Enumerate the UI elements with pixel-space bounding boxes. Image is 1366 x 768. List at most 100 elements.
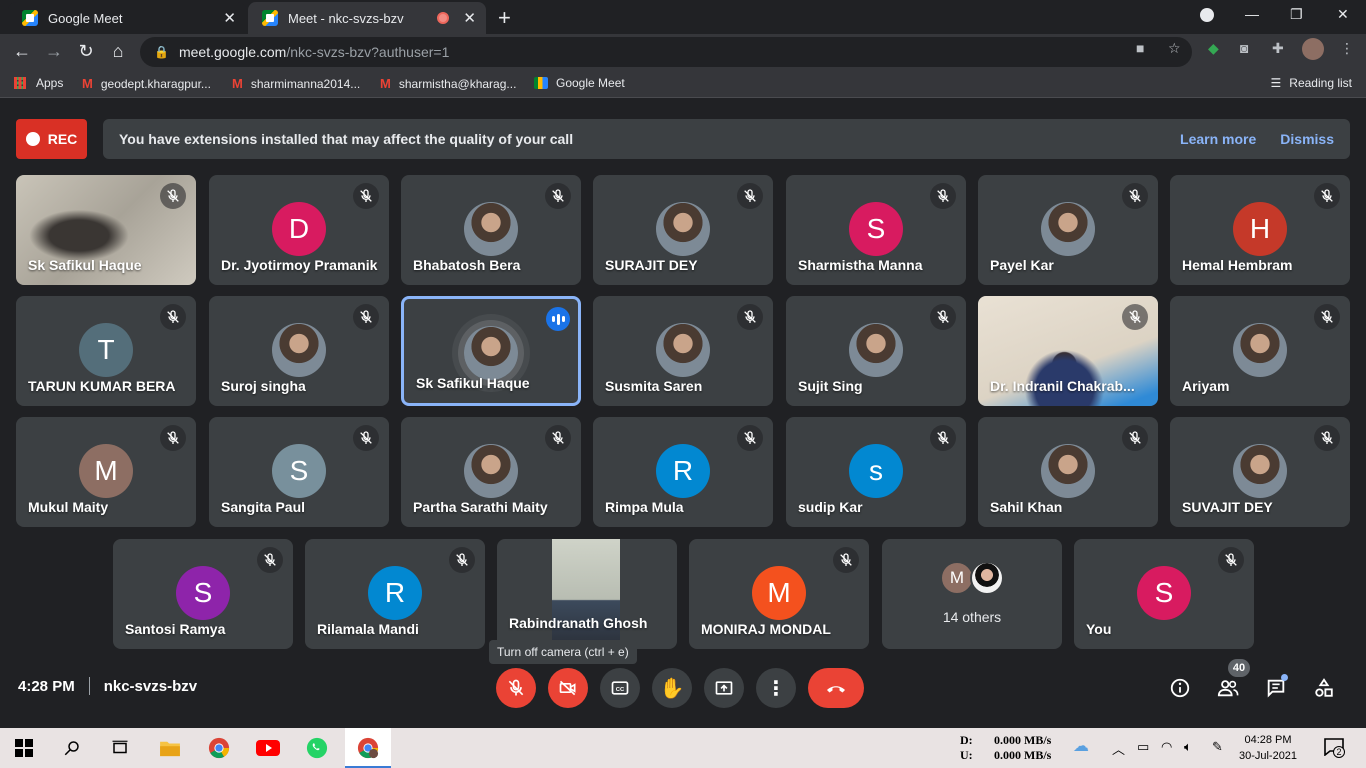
windows-start-icon[interactable] <box>12 736 36 760</box>
participant-name: Suroj singha <box>221 378 306 394</box>
task-view-icon[interactable] <box>108 736 132 760</box>
participant-avatar <box>1041 444 1095 498</box>
participant-tile[interactable]: Dr. Indranil Chakrab... <box>978 296 1158 406</box>
volume-icon[interactable]: 🔈︎ <box>1184 739 1192 755</box>
participant-tile[interactable]: Susmita Saren <box>593 296 773 406</box>
forward-icon[interactable]: → <box>43 41 65 62</box>
participant-tile[interactable]: S Sharmistha Manna <box>786 175 966 285</box>
participant-tile[interactable]: Sk Safikul Haque <box>401 296 581 406</box>
reading-list-button[interactable]: ☰ Reading list <box>1271 76 1352 90</box>
participant-tile[interactable]: Sahil Khan <box>978 417 1158 527</box>
meeting-details-button[interactable] <box>1167 675 1193 701</box>
mic-toggle-button[interactable] <box>496 668 536 708</box>
new-tab-button[interactable]: + <box>498 5 511 31</box>
mic-muted-icon <box>1122 304 1148 330</box>
bookmark-item[interactable]: M sharmimanna2014... <box>232 76 360 91</box>
bookmark-label: Apps <box>36 76 64 90</box>
tab-meet-call[interactable]: Meet - nkc-svzs-bzv ✕ <box>248 2 486 34</box>
wifi-icon[interactable]: ◠ <box>1161 739 1172 755</box>
tab-close-icon[interactable]: ✕ <box>463 9 476 27</box>
screenshot-extension-icon[interactable]: ◙ <box>1240 40 1248 56</box>
youtube-icon[interactable] <box>256 736 280 760</box>
bookmark-item[interactable]: Google Meet <box>534 76 625 90</box>
system-clock[interactable]: 04:28 PM 30-Jul-2021 <box>1238 732 1298 764</box>
back-icon[interactable]: ← <box>11 41 33 62</box>
meet-icon <box>534 77 548 89</box>
participant-tile[interactable]: H Hemal Hembram <box>1170 175 1350 285</box>
tab-close-icon[interactable]: ✕ <box>223 9 236 27</box>
home-icon[interactable]: ⌂ <box>107 41 129 62</box>
more-options-button[interactable]: ⋮ <box>756 668 796 708</box>
notifications-button[interactable]: 2 <box>1324 738 1345 758</box>
participant-tile[interactable]: Sujit Sing <box>786 296 966 406</box>
participant-tile[interactable]: T TARUN KUMAR BERA <box>16 296 196 406</box>
participant-tile[interactable]: Suroj singha <box>209 296 389 406</box>
tab-google-meet[interactable]: Google Meet ✕ <box>8 2 246 34</box>
restore-icon[interactable]: ❐ <box>1290 6 1303 23</box>
learn-more-link[interactable]: Learn more <box>1180 131 1256 147</box>
minimize-icon[interactable]: — <box>1245 6 1259 22</box>
leave-call-button[interactable] <box>808 668 864 708</box>
bookmark-star-icon[interactable]: ☆ <box>1168 40 1181 57</box>
file-explorer-icon[interactable] <box>158 736 182 760</box>
extension-icon[interactable]: ◆ <box>1208 40 1219 57</box>
browser-menu-icon[interactable]: ⋮ <box>1340 40 1354 57</box>
whatsapp-icon[interactable] <box>305 736 329 760</box>
participant-avatar: R <box>656 444 710 498</box>
participant-tile[interactable]: D Dr. Jyotirmoy Pramanik <box>209 175 389 285</box>
participant-tile[interactable]: Rabindranath Ghosh <box>497 539 677 649</box>
participant-tile[interactable]: Payel Kar <box>978 175 1158 285</box>
tab-search-icon[interactable] <box>1200 8 1214 22</box>
window-close-icon[interactable]: ✕ <box>1337 6 1349 23</box>
raise-hand-button[interactable]: ✋ <box>652 668 692 708</box>
captions-button[interactable]: CC <box>600 668 640 708</box>
chrome-icon[interactable] <box>207 736 231 760</box>
participant-tile[interactable]: M Mukul Maity <box>16 417 196 527</box>
activities-button[interactable] <box>1311 675 1337 701</box>
participant-tile[interactable]: Partha Sarathi Maity <box>401 417 581 527</box>
recording-badge[interactable]: REC <box>16 119 87 159</box>
participant-tile[interactable]: s sudip Kar <box>786 417 966 527</box>
participant-avatar: S <box>849 202 903 256</box>
gmail-icon: M <box>380 76 391 91</box>
battery-icon[interactable]: ▭ <box>1137 739 1149 755</box>
participant-tile[interactable]: S Santosi Ramya <box>113 539 293 649</box>
participant-tile[interactable]: Sk Safikul Haque <box>16 175 196 285</box>
profile-avatar[interactable] <box>1302 38 1324 60</box>
gmail-icon: M <box>82 76 93 91</box>
participant-tile[interactable]: SURAJIT DEY <box>593 175 773 285</box>
info-icon <box>1170 678 1190 698</box>
participant-tile[interactable]: S Sangita Paul <box>209 417 389 527</box>
people-button[interactable] <box>1215 675 1241 701</box>
pen-icon[interactable]: ✎ <box>1212 739 1223 755</box>
participant-tile[interactable]: R Rilamala Mandi <box>305 539 485 649</box>
mic-muted-icon <box>160 425 186 451</box>
participant-tile[interactable]: M MONIRAJ MONDAL <box>689 539 869 649</box>
camera-toggle-button[interactable] <box>548 668 588 708</box>
weather-icon[interactable]: ☁ <box>1073 736 1089 756</box>
address-bar[interactable]: 🔒 meet.google.com/nkc-svzs-bzv?authuser=… <box>140 37 1192 67</box>
dismiss-button[interactable]: Dismiss <box>1280 131 1334 147</box>
show-hidden-icons-icon[interactable]: ︿ <box>1112 739 1125 758</box>
search-icon[interactable] <box>60 736 84 760</box>
extensions-puzzle-icon[interactable]: ✚ <box>1272 40 1284 57</box>
camera-in-use-icon[interactable]: ■ <box>1136 40 1144 56</box>
reload-icon[interactable]: ↻ <box>75 41 97 62</box>
participant-tile[interactable]: Bhabatosh Bera <box>401 175 581 285</box>
participant-tile[interactable]: R Rimpa Mula <box>593 417 773 527</box>
camera-tooltip: Turn off camera (ctrl + e) <box>489 640 637 664</box>
meeting-details: 4:28 PM nkc-svzs-bzv <box>18 677 197 695</box>
participant-tile[interactable]: SUVAJIT DEY <box>1170 417 1350 527</box>
bookmark-label: sharmimanna2014... <box>250 76 361 91</box>
mic-muted-icon <box>353 183 379 209</box>
present-screen-button[interactable] <box>704 668 744 708</box>
participant-avatar <box>464 202 518 256</box>
bookmark-item[interactable]: M sharmistha@kharag... <box>380 76 516 91</box>
mic-muted-icon <box>930 425 956 451</box>
participant-tile[interactable]: Ariyam <box>1170 296 1350 406</box>
bookmark-item[interactable]: M geodept.kharagpur... <box>82 76 211 91</box>
participant-tile[interactable]: S You <box>1074 539 1254 649</box>
bookmark-apps[interactable]: Apps <box>14 76 63 90</box>
chrome-profile-icon[interactable] <box>356 736 380 760</box>
others-tile[interactable]: M 14 others <box>882 539 1062 649</box>
